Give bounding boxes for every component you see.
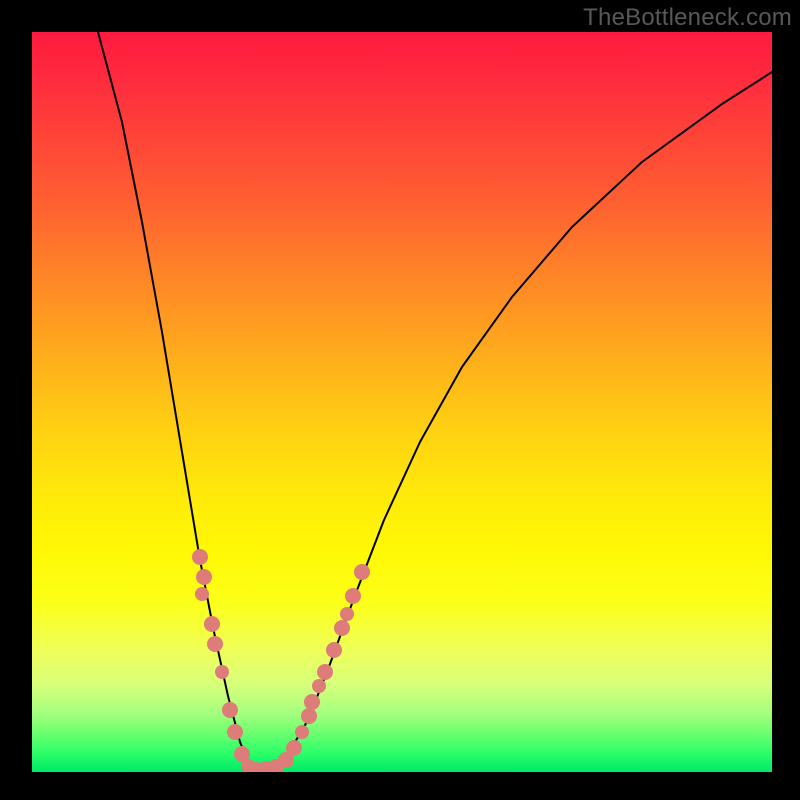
watermark-text: TheBottleneck.com <box>583 4 792 32</box>
heat-gradient <box>32 32 772 772</box>
plot-area <box>32 32 772 772</box>
